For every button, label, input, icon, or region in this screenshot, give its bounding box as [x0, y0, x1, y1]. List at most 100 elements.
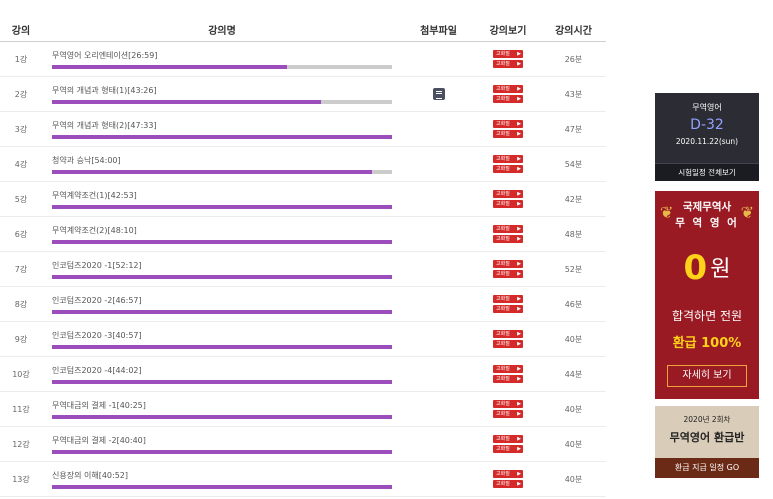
play-arrow-icon: ▶	[517, 296, 521, 302]
lecture-number: 8강	[14, 299, 28, 309]
view-hd-button[interactable]: 고화질 ▶	[493, 340, 523, 348]
view-hd-button[interactable]: 고화질 ▶	[493, 130, 523, 138]
table-body: 1강 무역영어 오리엔테이션[26:59] 고화질 ▶ 고화질 ▶ 26분 2강 무역의 개념과…	[0, 42, 606, 497]
promo-message: 합격하면 전원	[671, 309, 743, 323]
view-cell: 고화질 ▶ 고화질 ▶	[475, 190, 541, 208]
lecture-title[interactable]: 인코텀즈2020 -2[46:57]	[52, 295, 402, 306]
view-cell: 고화질 ▶ 고화질 ▶	[475, 50, 541, 68]
view-hd-button[interactable]: 고화질 ▶	[493, 410, 523, 418]
detail-button[interactable]: 자세히 보기	[667, 365, 747, 387]
view-hd-button[interactable]: 고화질 ▶	[493, 165, 523, 173]
view-hd-label: 고화질	[496, 156, 510, 162]
promo-banner[interactable]: ❦ ❦ 국제무역사 무 역 영 어 0 원 합격하면 전원 환급 100% 자세…	[655, 191, 759, 399]
lecture-title-cell: 인코텀즈2020 -3[40:57]	[42, 322, 402, 356]
lecture-title[interactable]: 인코텀즈2020 -4[44:02]	[52, 365, 402, 376]
lecture-number: 6강	[14, 229, 28, 239]
table-row: 3강 무역의 개념과 형태(2)[47:33] 고화질 ▶ 고화질 ▶ 47분	[0, 112, 606, 147]
table-row: 5강 무역계약조건(1)[42:53] 고화질 ▶ 고화질 ▶ 42분	[0, 182, 606, 217]
view-hd-button[interactable]: 고화질 ▶	[493, 270, 523, 278]
view-hd-button[interactable]: 고화질 ▶	[493, 95, 523, 103]
progress-fill	[52, 169, 372, 174]
lecture-title-cell: 인코텀즈2020 -2[46:57]	[42, 287, 402, 321]
view-hd-button[interactable]: 고화질 ▶	[493, 295, 523, 303]
lecture-number: 10강	[12, 369, 30, 379]
refund-go-link[interactable]: 환급 지급 일정 GO	[655, 458, 759, 478]
table-row: 1강 무역영어 오리엔테이션[26:59] 고화질 ▶ 고화질 ▶ 26분	[0, 42, 606, 77]
table-row: 2강 무역의 개념과 형태(1)[43:26] 고화질 ▶ 고화질 ▶ 43분	[0, 77, 606, 112]
lecture-number: 12강	[12, 439, 30, 449]
progress-fill	[52, 309, 392, 314]
table-row: 11강 무역대금의 결제 -1[40:25] 고화질 ▶ 고화질 ▶ 40분	[0, 392, 606, 427]
table-row: 12강 무역대금의 결제 -2[40:40] 고화질 ▶ 고화질 ▶ 40분	[0, 427, 606, 462]
lecture-time: 26분	[564, 54, 583, 64]
view-cell: 고화질 ▶ 고화질 ▶	[475, 85, 541, 103]
progress-fill	[52, 449, 392, 454]
progress-bar	[52, 64, 392, 69]
dday-category: 무역영어	[692, 103, 722, 112]
view-hd-button[interactable]: 고화질 ▶	[493, 120, 523, 128]
promo-price-number: 0	[683, 248, 708, 288]
refund-session: 2020년 2회차	[683, 415, 731, 424]
view-hd-label: 고화질	[496, 261, 510, 267]
lecture-number: 2강	[14, 89, 28, 99]
lecture-title-cell: 청약과 승낙[54:00]	[42, 147, 402, 181]
lecture-time: 42분	[564, 194, 583, 204]
view-hd-label: 고화질	[496, 191, 510, 197]
view-hd-button[interactable]: 고화질 ▶	[493, 435, 523, 443]
lecture-time: 54분	[564, 159, 583, 169]
view-hd-button[interactable]: 고화질 ▶	[493, 200, 523, 208]
view-hd-label: 고화질	[496, 471, 510, 477]
view-hd-button[interactable]: 고화질 ▶	[493, 60, 523, 68]
view-hd-button[interactable]: 고화질 ▶	[493, 480, 523, 488]
view-hd-button[interactable]: 고화질 ▶	[493, 235, 523, 243]
view-hd-button[interactable]: 고화질 ▶	[493, 470, 523, 478]
play-arrow-icon: ▶	[517, 271, 521, 277]
view-hd-button[interactable]: 고화질 ▶	[493, 225, 523, 233]
progress-bar	[52, 379, 392, 384]
play-arrow-icon: ▶	[517, 131, 521, 137]
refund-banner[interactable]: 2020년 2회차 무역영어 환급반 환급 지급 일정 GO	[655, 406, 759, 478]
view-hd-button[interactable]: 고화질 ▶	[493, 400, 523, 408]
lecture-title[interactable]: 청약과 승낙[54:00]	[52, 155, 402, 166]
view-hd-button[interactable]: 고화질 ▶	[493, 305, 523, 313]
dday-exam-date: 2020.11.22(sun)	[675, 137, 739, 146]
play-arrow-icon: ▶	[517, 261, 521, 267]
lecture-number: 4강	[14, 159, 28, 169]
view-hd-button[interactable]: 고화질 ▶	[493, 50, 523, 58]
lecture-title[interactable]: 인코텀즈2020 -3[40:57]	[52, 330, 402, 341]
view-hd-button[interactable]: 고화질 ▶	[493, 260, 523, 268]
lecture-title[interactable]: 무역영어 오리엔테이션[26:59]	[52, 50, 402, 61]
view-hd-button[interactable]: 고화질 ▶	[493, 85, 523, 93]
view-hd-button[interactable]: 고화질 ▶	[493, 190, 523, 198]
attachment-icon[interactable]	[432, 88, 445, 100]
view-cell: 고화질 ▶ 고화질 ▶	[475, 120, 541, 138]
play-arrow-icon: ▶	[517, 331, 521, 337]
view-hd-button[interactable]: 고화질 ▶	[493, 155, 523, 163]
lecture-title[interactable]: 무역대금의 결제 -1[40:25]	[52, 400, 402, 411]
lecture-title[interactable]: 인코텀즈2020 -1[52:12]	[52, 260, 402, 271]
table-row: 4강 청약과 승낙[54:00] 고화질 ▶ 고화질 ▶ 54분	[0, 147, 606, 182]
lecture-title[interactable]: 무역대금의 결제 -2[40:40]	[52, 435, 402, 446]
progress-fill	[52, 99, 321, 104]
refund-title: 무역영어 환급반	[669, 431, 745, 444]
view-cell: 고화질 ▶ 고화질 ▶	[475, 155, 541, 173]
view-hd-button[interactable]: 고화질 ▶	[493, 445, 523, 453]
view-hd-button[interactable]: 고화질 ▶	[493, 365, 523, 373]
view-cell: 고화질 ▶ 고화질 ▶	[475, 330, 541, 348]
view-hd-label: 고화질	[496, 401, 510, 407]
view-hd-label: 고화질	[496, 61, 510, 67]
lecture-title[interactable]: 무역의 개념과 형태(1)[43:26]	[52, 85, 402, 96]
header-time: 강의시간	[555, 26, 592, 37]
progress-bar	[52, 169, 392, 174]
lecture-title[interactable]: 신용장의 이해[40:52]	[52, 470, 402, 481]
view-hd-label: 고화질	[496, 96, 510, 102]
table-row: 10강 인코텀즈2020 -4[44:02] 고화질 ▶ 고화질 ▶ 44분	[0, 357, 606, 392]
lecture-title[interactable]: 무역의 개념과 형태(2)[47:33]	[52, 120, 402, 131]
lecture-title[interactable]: 무역계약조건(1)[42:53]	[52, 190, 402, 201]
schedule-link[interactable]: 시험일정 전체보기	[655, 163, 759, 181]
progress-fill	[52, 274, 392, 279]
view-hd-button[interactable]: 고화질 ▶	[493, 330, 523, 338]
lecture-title[interactable]: 무역계약조건(2)[48:10]	[52, 225, 402, 236]
progress-fill	[52, 414, 392, 419]
view-hd-button[interactable]: 고화질 ▶	[493, 375, 523, 383]
